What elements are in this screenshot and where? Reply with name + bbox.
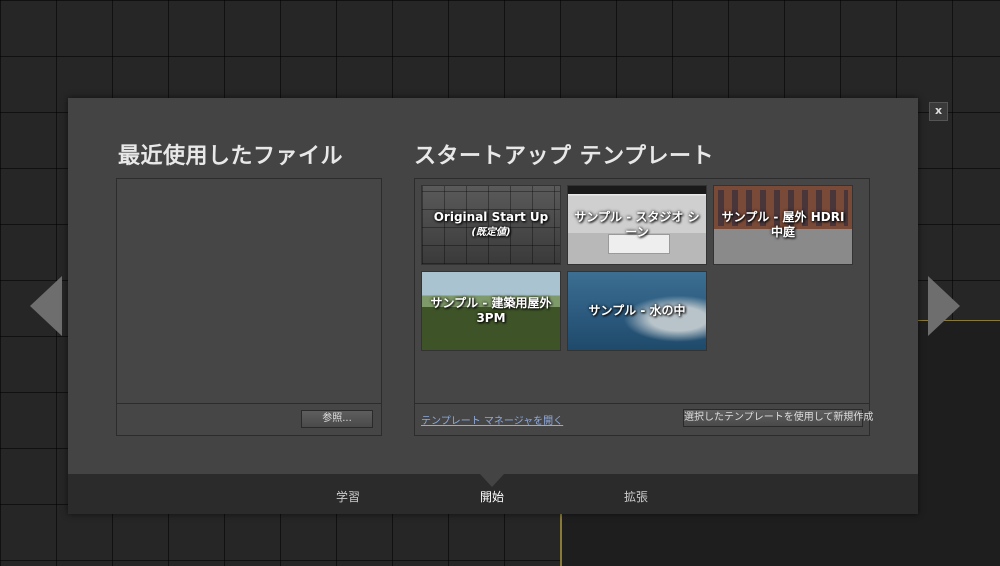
template-label: サンプル - スタジオ シーン (574, 210, 700, 239)
startup-templates-title: スタートアップ テンプレート (414, 144, 715, 169)
template-original-start-up[interactable]: Original Start Up (既定値) (421, 185, 561, 265)
create-from-template-button[interactable]: 選択したテンプレートを使用して新規作成 (683, 409, 873, 427)
tab-extend[interactable]: 拡張 (624, 488, 648, 505)
template-underwater[interactable]: サンプル - 水の中 (567, 271, 707, 351)
next-arrow-icon[interactable] (928, 276, 960, 336)
template-grid: Original Start Up (既定値) サンプル - スタジオ シーン … (415, 179, 869, 404)
template-label: Original Start Up (既定値) (422, 210, 560, 240)
template-architectural-outdoor-3pm[interactable]: サンプル - 建築用屋外 3PM (421, 271, 561, 351)
template-manager-link[interactable]: テンプレート マネージャを開く (421, 412, 563, 427)
template-subtitle: (既定値) (471, 227, 511, 238)
template-outdoor-hdri-courtyard[interactable]: サンプル - 屋外 HDRI 中庭 (713, 185, 853, 265)
recent-files-list[interactable] (117, 179, 381, 404)
template-label: サンプル - 屋外 HDRI 中庭 (721, 210, 845, 239)
template-title: Original Start Up (433, 210, 549, 224)
close-button[interactable]: x (929, 102, 948, 121)
welcome-dialog: 最近使用したファイル スタートアップ テンプレート 参照... Original… (68, 98, 918, 514)
tab-start[interactable]: 開始 (480, 488, 504, 505)
recent-files-panel: 参照... (116, 178, 382, 436)
startup-templates-panel: Original Start Up (既定値) サンプル - スタジオ シーン … (414, 178, 873, 436)
template-label: サンプル - 水の中 (588, 303, 686, 318)
bottom-tab-bar: 学習 開始 拡張 (68, 474, 918, 514)
active-tab-pointer-icon (480, 474, 504, 487)
template-label: サンプル - 建築用屋外 3PM (430, 296, 552, 325)
previous-arrow-icon[interactable] (30, 276, 62, 336)
recent-files-title: 最近使用したファイル (118, 144, 344, 169)
browse-button[interactable]: 参照... (301, 410, 373, 428)
tab-learn[interactable]: 学習 (336, 488, 360, 505)
template-studio-scene[interactable]: サンプル - スタジオ シーン (567, 185, 707, 265)
